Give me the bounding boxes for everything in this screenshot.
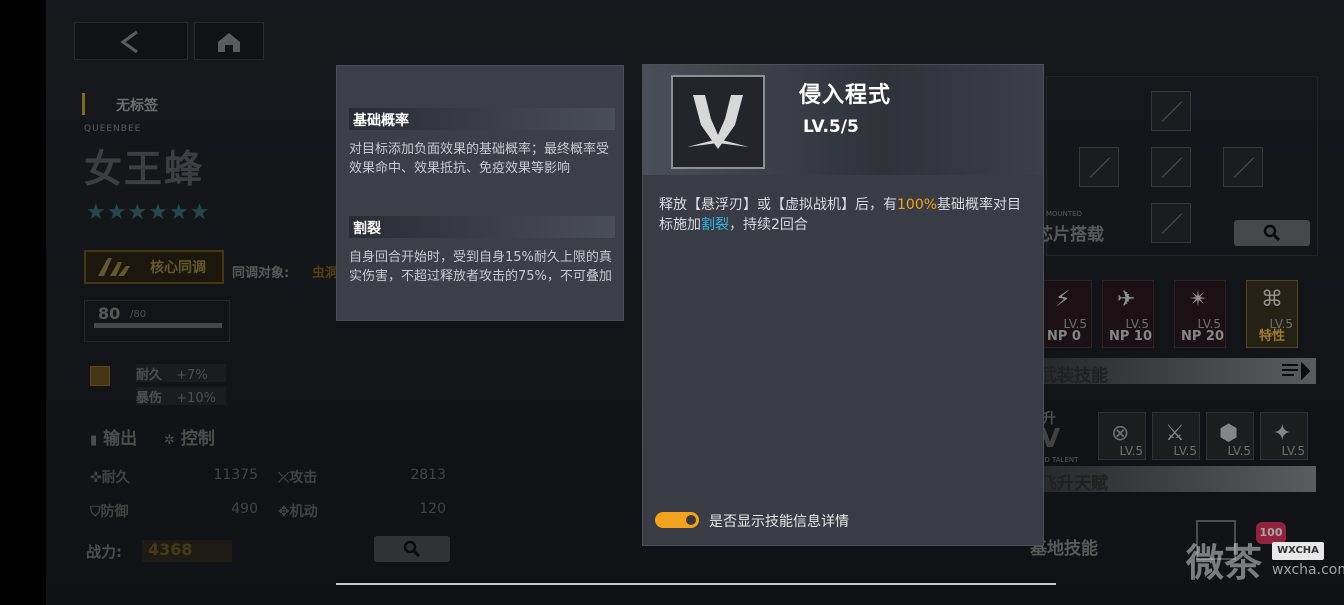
skill-detail-header: 侵入程式 LV.5/5 (643, 65, 1043, 175)
skill-detail-popup: 侵入程式 LV.5/5 释放【悬浮刃】或【虚拟战机】后，有100%基础概率对目标… (642, 64, 1044, 546)
skill-description: 释放【悬浮刃】或【虚拟战机】后，有100%基础概率对目标施加割裂，持续2回合 (659, 197, 1022, 233)
term-2-title: 割裂 (349, 216, 615, 238)
skill-icon-frame (671, 75, 765, 169)
game-screen: 无标签 QUEENBEE 女王蜂 ★★★★★★ 核心同调 同调对象: 虫洞 80… (46, 0, 1344, 605)
term-1-title: 基础概率 (349, 108, 615, 130)
probability-highlight: 100% (897, 197, 938, 213)
rupture-term-link[interactable]: 割裂 (701, 217, 729, 233)
watermark-url: wxcha.com (1272, 562, 1344, 578)
watermark-text: 微茶 (1186, 541, 1263, 585)
detail-toggle[interactable] (655, 512, 699, 528)
scroll-indicator (336, 583, 1056, 585)
skill-level: LV.5/5 (803, 117, 859, 137)
watermark-badge: WXCHA (1272, 542, 1324, 560)
skill-name: 侵入程式 (799, 83, 892, 108)
detail-toggle-label: 是否显示技能信息详情 (709, 514, 849, 530)
term-1-desc: 对目标添加负面效果的基础概率；最终概率受效果命中、效果抵抗、免疫效果等影响 (349, 142, 610, 176)
term-2-desc: 自身回合开始时，受到自身15%耐久上限的真实伤害，不超过释放者攻击的75%，不可… (349, 250, 612, 284)
term-tooltip: 基础概率 对目标添加负面效果的基础概率；最终概率受效果命中、效果抵抗、免疫效果等… (336, 65, 624, 321)
intrusion-program-icon (687, 95, 749, 149)
